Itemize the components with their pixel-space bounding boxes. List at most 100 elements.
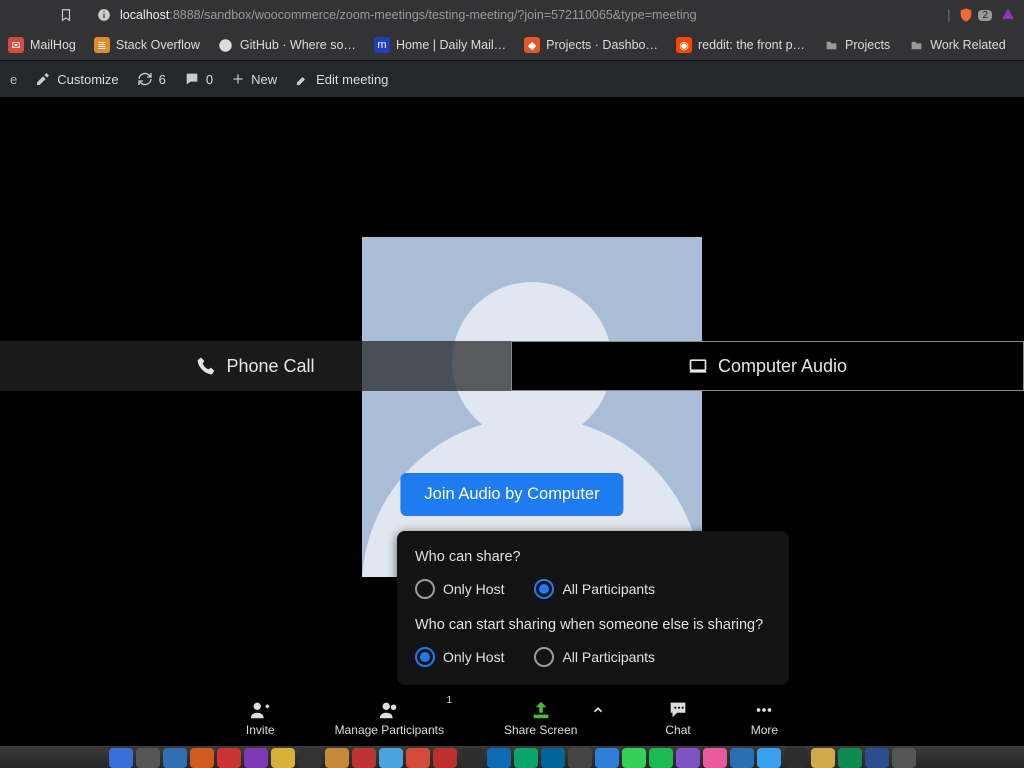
site-icon: ◆: [524, 37, 540, 53]
radio-q1-all[interactable]: All Participants: [534, 579, 655, 599]
chevron-up-icon: [591, 699, 605, 721]
site-icon: ≣: [94, 37, 110, 53]
brave-logo-icon[interactable]: [1000, 7, 1016, 23]
share-q2: Who can start sharing when someone else …: [415, 617, 771, 633]
url-path: :8888/sandbox/woocommerce/zoom-meetings/…: [169, 8, 696, 22]
bookmark-item[interactable]: ◆ Projects · Dashbo…: [524, 37, 658, 53]
wp-customize[interactable]: Customize: [35, 71, 118, 87]
radio-q1-host[interactable]: Only Host: [415, 579, 504, 599]
bookmark-label: reddit: the front p…: [698, 38, 805, 52]
dock-app-icon[interactable]: [487, 748, 511, 768]
shield-count: 2: [978, 10, 992, 21]
dock-app-icon[interactable]: [622, 748, 646, 768]
browser-url-bar: localhost:8888/sandbox/woocommerce/zoom-…: [0, 0, 1024, 30]
participants-count: 1: [446, 695, 452, 706]
dock-app-icon[interactable]: [757, 748, 781, 768]
site-icon: ◉: [676, 37, 692, 53]
wp-comments-count: 0: [206, 72, 213, 87]
wp-edit[interactable]: Edit meeting: [295, 72, 388, 87]
bookmark-label: Projects · Dashbo…: [546, 38, 658, 52]
tab-computer-audio[interactable]: Computer Audio: [511, 341, 1024, 391]
bookmark-label: Home | Daily Mail…: [396, 38, 506, 52]
participant-avatar: [362, 237, 702, 577]
zoom-control-bar: Invite 1 Manage Participants Share Scree…: [0, 689, 1024, 747]
wp-refresh[interactable]: 6: [137, 71, 166, 87]
bookmark-label: Stack Overflow: [116, 38, 200, 52]
radio-q2-host[interactable]: Only Host: [415, 647, 504, 667]
dock-app-icon[interactable]: [217, 748, 241, 768]
radio-q2-all[interactable]: All Participants: [534, 647, 655, 667]
dock-app-icon[interactable]: [298, 748, 322, 768]
macos-dock: [0, 746, 1024, 768]
dock-app-icon[interactable]: [406, 748, 430, 768]
bookmark-item[interactable]: ✉ MailHog: [8, 37, 76, 53]
dock-app-icon[interactable]: [433, 748, 457, 768]
dock-app-icon[interactable]: [568, 748, 592, 768]
github-icon: [218, 37, 234, 53]
wp-new[interactable]: New: [231, 72, 277, 87]
bookmarks-bar: ✉ MailHog ≣ Stack Overflow GitHub · Where so…: [0, 30, 1024, 61]
dock-app-icon[interactable]: [676, 748, 700, 768]
dock-app-icon[interactable]: [190, 748, 214, 768]
bookmark-item[interactable]: ≣ Stack Overflow: [94, 37, 200, 53]
bookmark-item[interactable]: ◉ reddit: the front p…: [676, 37, 805, 53]
bookmark-label: MailHog: [30, 38, 76, 52]
zbar-invite[interactable]: Invite: [246, 699, 275, 737]
dock-app-icon[interactable]: [730, 748, 754, 768]
bookmark-outline-icon[interactable]: [58, 7, 74, 23]
tab-phone-call[interactable]: Phone Call: [0, 341, 511, 391]
dock-app-icon[interactable]: [379, 748, 403, 768]
address-bar[interactable]: localhost:8888/sandbox/woocommerce/zoom-…: [96, 7, 947, 23]
info-icon: [96, 7, 112, 23]
zbar-chat[interactable]: Chat: [665, 699, 690, 737]
zbar-more[interactable]: More: [751, 699, 778, 737]
site-icon: ✉: [8, 37, 24, 53]
wp-edit-label: Edit meeting: [316, 72, 388, 87]
wp-new-label: New: [251, 72, 277, 87]
brave-shield-icon[interactable]: [958, 7, 974, 23]
dock-app-icon[interactable]: [325, 748, 349, 768]
bookmark-item[interactable]: m Home | Daily Mail…: [374, 37, 506, 53]
dock-app-icon[interactable]: [865, 748, 889, 768]
bookmark-item[interactable]: GitHub · Where so…: [218, 37, 356, 53]
more-icon: [752, 699, 776, 721]
wp-comments[interactable]: 0: [184, 71, 213, 87]
share-q1: Who can share?: [415, 549, 771, 565]
bookmark-item[interactable]: Work Related: [908, 37, 1006, 53]
zbar-manage-participants[interactable]: 1 Manage Participants: [335, 699, 444, 737]
wp-customize-label: Customize: [57, 72, 118, 87]
dock-app-icon[interactable]: [811, 748, 835, 768]
bookmark-label: GitHub · Where so…: [240, 38, 356, 52]
wp-item-prev[interactable]: e: [10, 72, 17, 87]
dock-app-icon[interactable]: [109, 748, 133, 768]
bookmark-item[interactable]: Projects: [823, 37, 890, 53]
dock-app-icon[interactable]: [649, 748, 673, 768]
dock-app-icon[interactable]: [595, 748, 619, 768]
invite-icon: [247, 699, 273, 721]
join-audio-button[interactable]: Join Audio by Computer: [400, 473, 623, 516]
dock-app-icon[interactable]: [460, 748, 484, 768]
wp-refresh-count: 6: [159, 72, 166, 87]
dock-app-icon[interactable]: [163, 748, 187, 768]
dock-app-icon[interactable]: [244, 748, 268, 768]
dock-app-icon[interactable]: [784, 748, 808, 768]
dock-app-icon[interactable]: [892, 748, 916, 768]
dock-app-icon[interactable]: [514, 748, 538, 768]
url-host: localhost: [120, 8, 169, 22]
chat-icon: [666, 699, 690, 721]
dock-app-icon[interactable]: [271, 748, 295, 768]
site-icon: m: [374, 37, 390, 53]
tab-phone-label: Phone Call: [226, 356, 314, 377]
dock-app-icon[interactable]: [838, 748, 862, 768]
folder-icon: [823, 37, 839, 53]
join-audio-label: Join Audio by Computer: [424, 485, 599, 503]
dock-app-icon[interactable]: [136, 748, 160, 768]
dock-app-icon[interactable]: [541, 748, 565, 768]
zbar-share-chevron[interactable]: [591, 699, 605, 737]
zbar-share-screen[interactable]: Share Screen: [504, 699, 577, 737]
dock-app-icon[interactable]: [703, 748, 727, 768]
share-screen-icon: [529, 699, 553, 721]
wordpress-admin-bar: e Customize 6 0 New Edit meeting: [0, 61, 1024, 97]
dock-app-icon[interactable]: [352, 748, 376, 768]
divider: |: [947, 8, 950, 22]
